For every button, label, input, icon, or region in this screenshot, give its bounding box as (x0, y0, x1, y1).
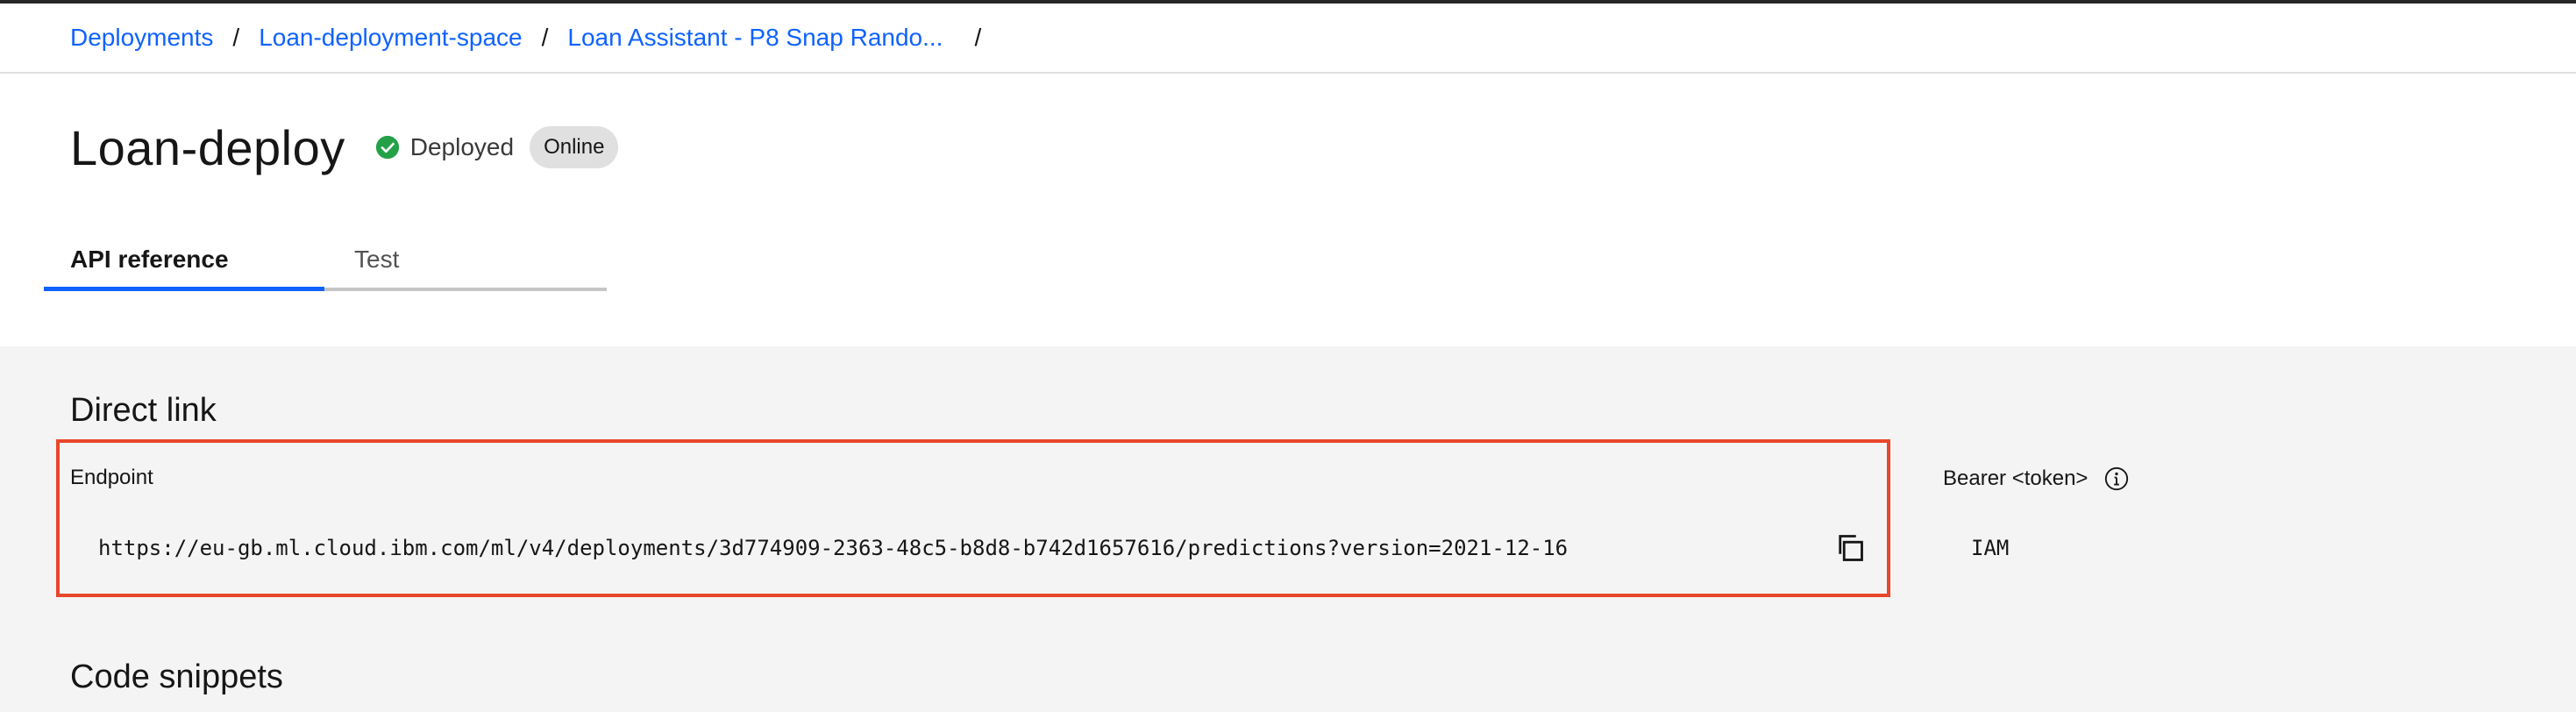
endpoint-label: Endpoint (70, 466, 153, 489)
breadcrumb: Deployments / Loan-deployment-space / Lo… (0, 4, 2576, 74)
breadcrumb-deployments[interactable]: Deployments (70, 24, 213, 52)
tab-api-reference[interactable]: API reference (44, 231, 324, 291)
breadcrumb-separator: / (974, 24, 982, 51)
breadcrumb-separator: / (541, 24, 549, 51)
page-header: Loan-deploy Deployed Online (70, 116, 619, 179)
page-title: Loan-deploy (70, 119, 345, 175)
breadcrumb-asset[interactable]: Loan Assistant - P8 Snap Rando... (567, 24, 943, 52)
auth-label: Bearer <token> (1943, 466, 2089, 490)
status-badge: Online (530, 126, 619, 168)
endpoint-url[interactable]: https://eu-gb.ml.cloud.ibm.com/ml/v4/dep… (98, 536, 1568, 560)
tab-list: API reference Test (44, 231, 607, 291)
code-snippets-title: Code snippets (70, 659, 283, 695)
copy-icon[interactable] (1834, 532, 1866, 564)
status-label: Deployed (409, 133, 515, 160)
endpoint-highlight (56, 439, 1890, 597)
breadcrumb-separator: / (232, 24, 240, 51)
deployment-status: Deployed (375, 133, 514, 161)
auth-header: Bearer <token> (1943, 466, 2130, 492)
information-icon[interactable] (2103, 466, 2130, 492)
breadcrumb-space[interactable]: Loan-deployment-space (259, 24, 522, 52)
auth-value: IAM (1971, 536, 2010, 560)
tab-test[interactable]: Test (324, 231, 607, 291)
checkmark-filled-icon (375, 135, 399, 160)
direct-link-title: Direct link (70, 392, 217, 429)
content-area: Direct link Endpoint https://eu-gb.ml.cl… (0, 346, 2576, 712)
